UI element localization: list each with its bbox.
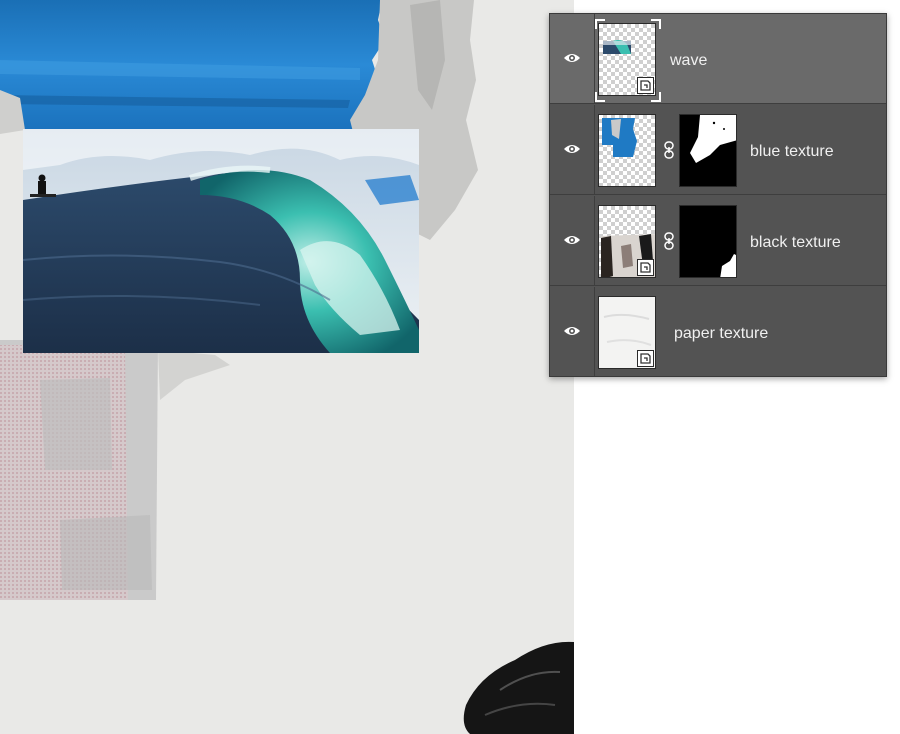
layer-row-wave[interactable]: wave — [550, 14, 886, 104]
selection-corner — [595, 19, 605, 29]
layer-name[interactable]: blue texture — [750, 143, 834, 161]
wave-thumbnail[interactable] — [598, 23, 656, 96]
row-divider — [594, 287, 595, 376]
layer-row-blue-texture[interactable]: blue texture — [550, 105, 886, 195]
mask-link-icon[interactable] — [663, 232, 675, 250]
layer-row-paper-texture[interactable]: paper texture — [550, 287, 886, 377]
layers-panel: wave blue texture black texture paper te… — [549, 13, 887, 377]
selection-corner — [651, 92, 661, 102]
row-divider — [594, 196, 595, 285]
smart-object-icon — [637, 259, 654, 276]
eye-visibility-icon[interactable] — [563, 142, 581, 156]
blue-texture-thumbnail[interactable] — [598, 114, 656, 187]
mask-link-icon[interactable] — [663, 141, 675, 159]
eye-visibility-icon[interactable] — [563, 51, 581, 65]
layer-name[interactable]: paper texture — [674, 325, 768, 343]
document-canvas[interactable] — [0, 0, 574, 734]
row-divider — [594, 105, 595, 194]
smart-object-icon — [637, 350, 654, 367]
paper-texture-thumbnail[interactable] — [598, 296, 656, 369]
black-texture-thumbnail[interactable] — [598, 205, 656, 278]
eye-visibility-icon[interactable] — [563, 233, 581, 247]
black-texture-mask-thumbnail[interactable] — [679, 205, 737, 278]
collage-artwork — [0, 0, 574, 734]
layer-row-black-texture[interactable]: black texture — [550, 196, 886, 286]
wave-photo — [22, 129, 419, 353]
layer-mask-image — [690, 115, 736, 163]
layer-name[interactable]: wave — [670, 52, 707, 70]
layer-mask-image — [720, 254, 736, 277]
blue-texture-thumbnail-image — [602, 118, 637, 157]
selection-corner — [595, 92, 605, 102]
selection-corner — [651, 19, 661, 29]
blue-texture-mask-thumbnail[interactable] — [679, 114, 737, 187]
layer-name[interactable]: black texture — [750, 234, 841, 252]
eye-visibility-icon[interactable] — [563, 324, 581, 338]
